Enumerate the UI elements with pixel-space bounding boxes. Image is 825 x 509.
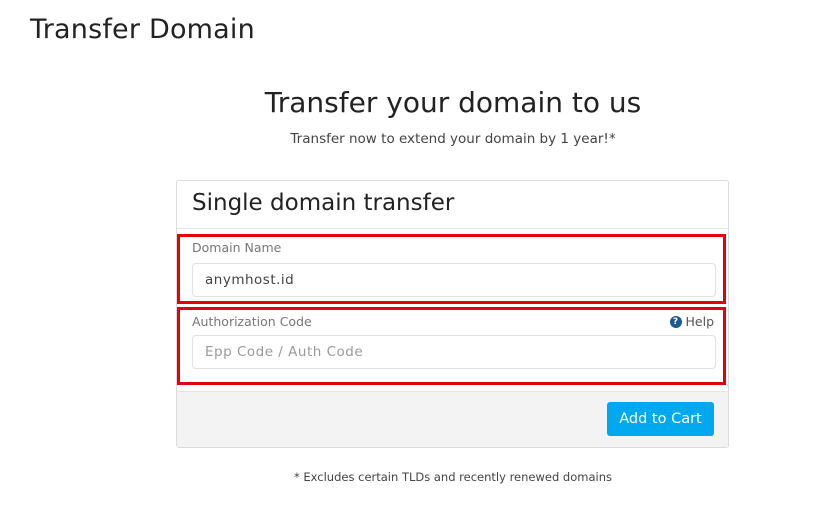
hero-subtitle: Transfer now to extend your domain by 1 … [290,131,616,147]
hero-title: Transfer your domain to us [264,86,642,119]
card-header: Single domain transfer [177,181,728,229]
card-footer: Add to Cart [177,391,728,447]
card-title: Single domain transfer [192,190,455,216]
footnote: * Excludes certain TLDs and recently ren… [294,470,612,484]
add-to-cart-button[interactable]: Add to Cart [607,402,714,436]
authorization-code-highlight-box [177,307,726,385]
domain-name-highlight-box [177,234,726,304]
page-title: Transfer Domain [30,14,255,45]
